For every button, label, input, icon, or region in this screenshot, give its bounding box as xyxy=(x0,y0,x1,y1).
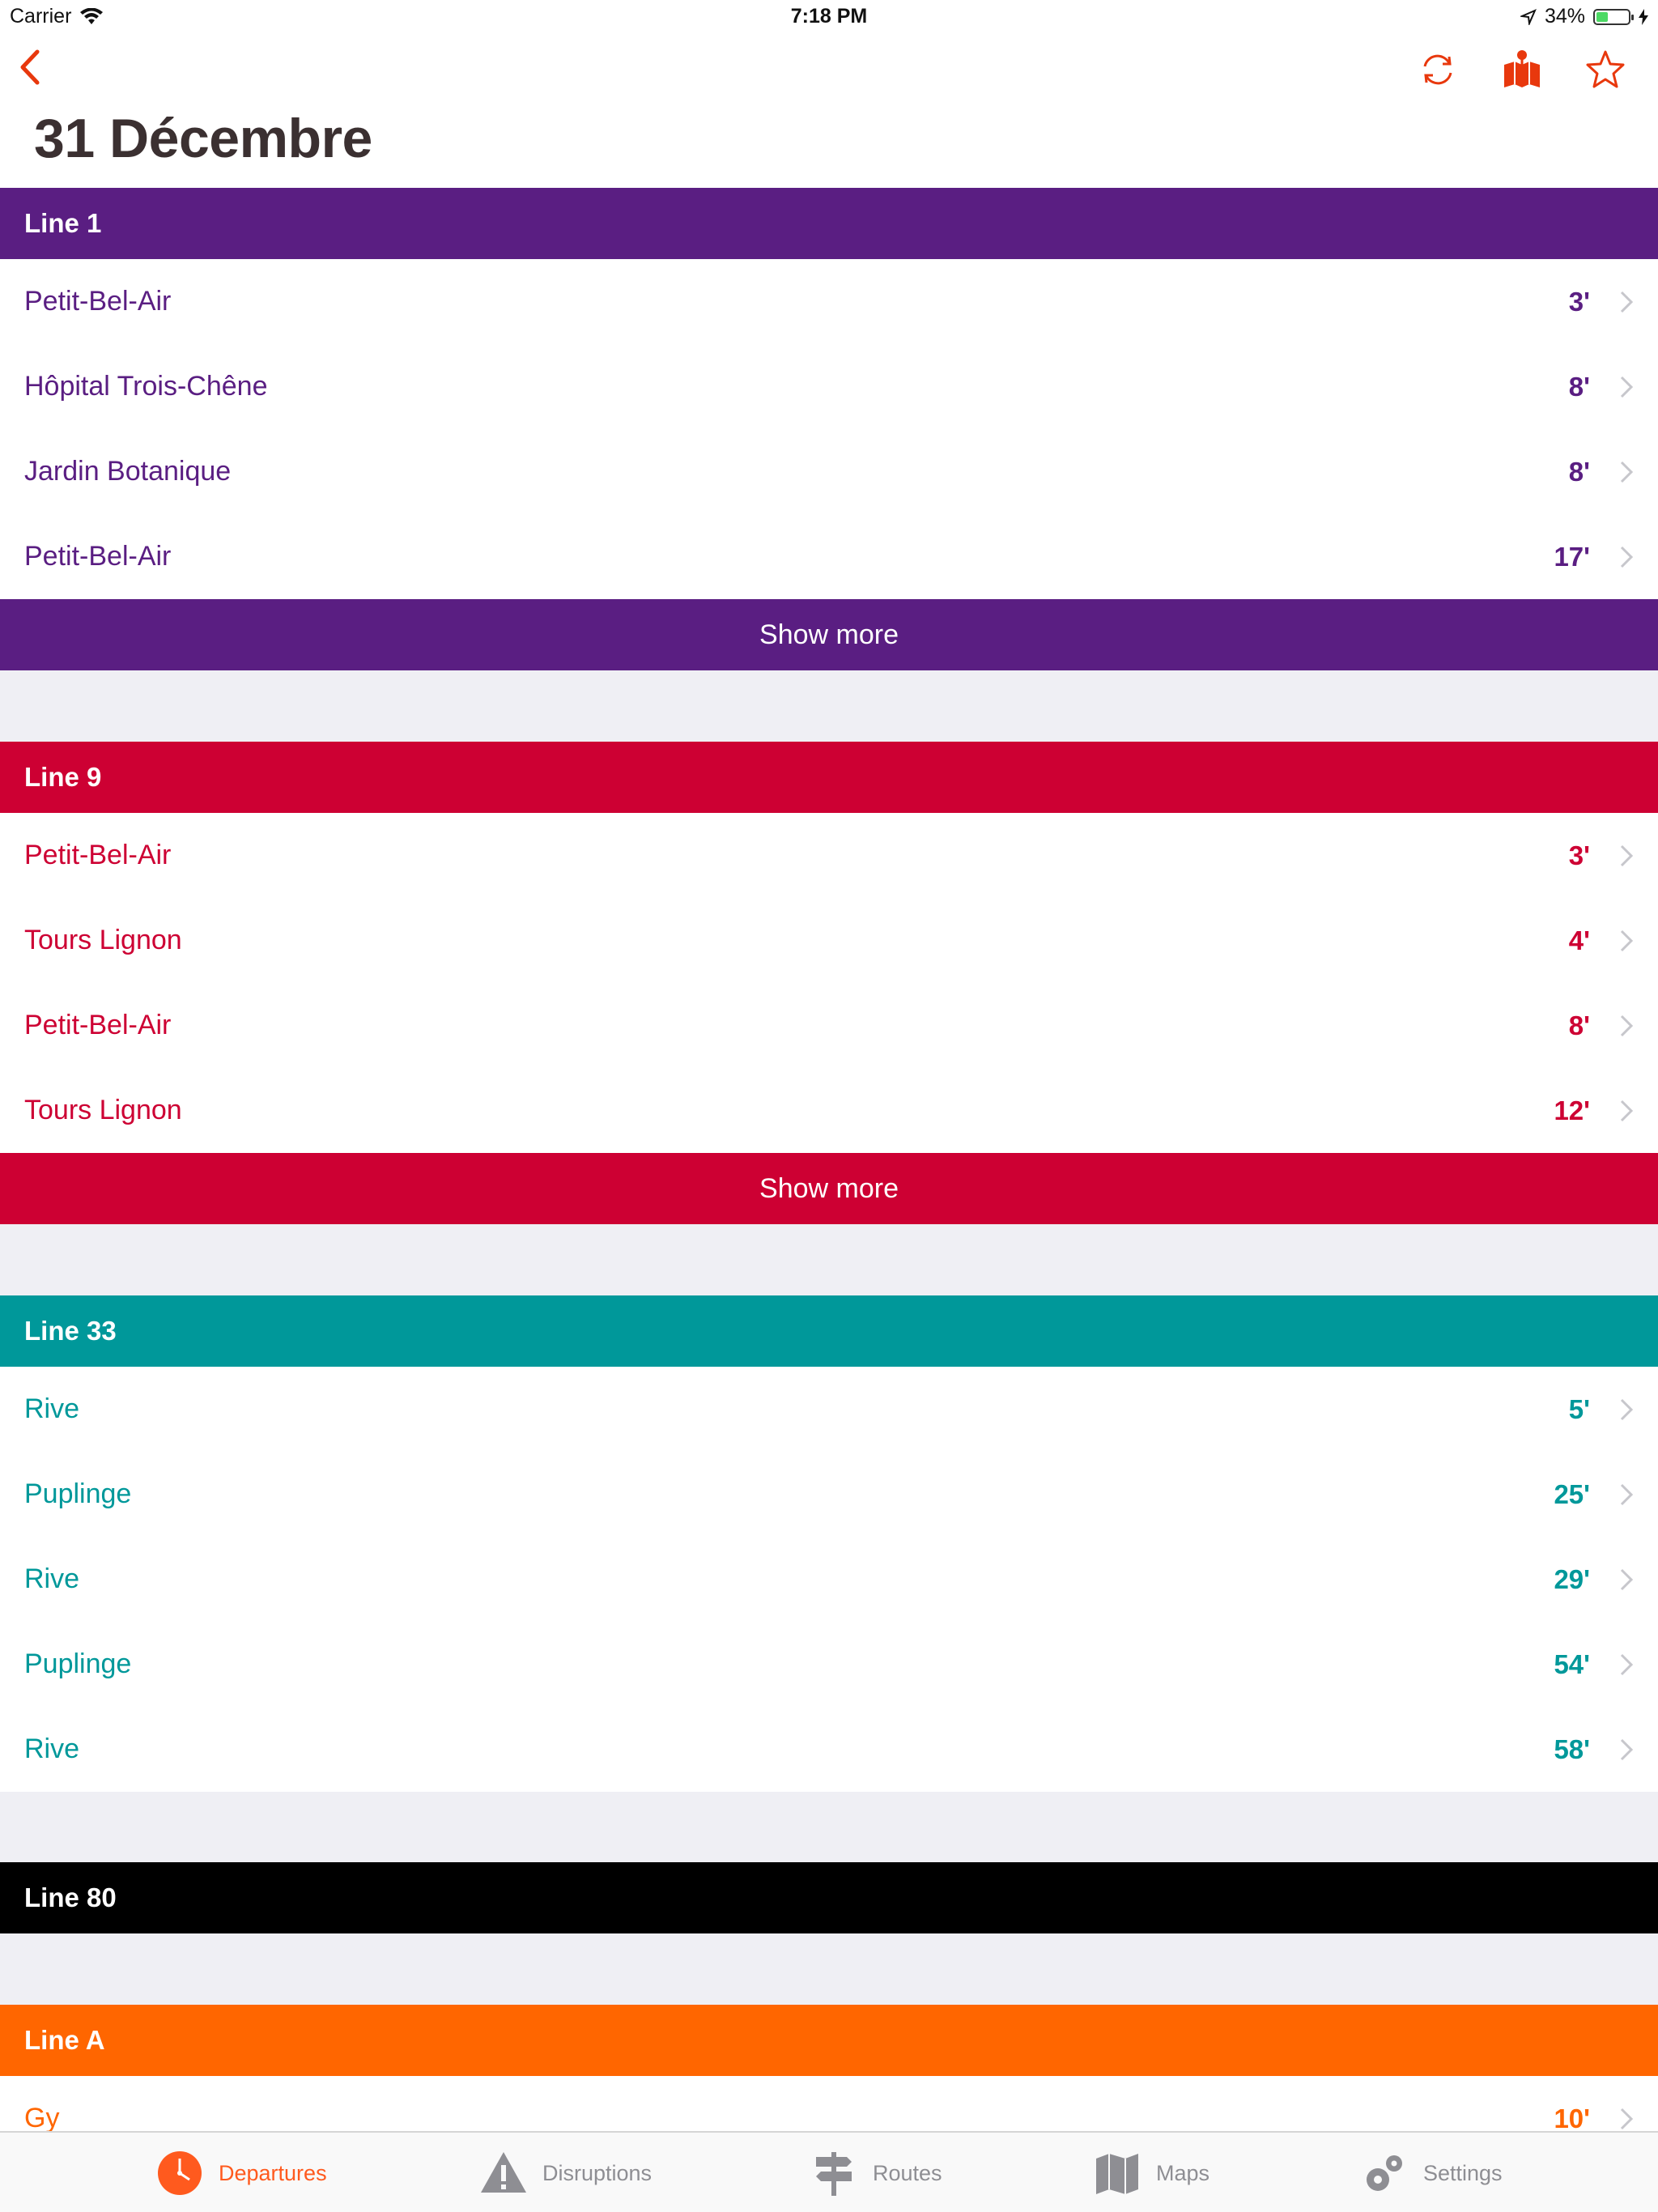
status-right: 34% xyxy=(1520,5,1648,28)
tab-label: Settings xyxy=(1423,2160,1503,2185)
tab-departures[interactable]: Departures xyxy=(155,2144,327,2202)
departure-row[interactable]: Rive 58' xyxy=(0,1707,1658,1792)
gear-icon xyxy=(1367,2155,1402,2191)
destination: Hôpital Trois-Chêne xyxy=(24,371,268,402)
minutes: 25' xyxy=(1554,1478,1590,1509)
destination: Rive xyxy=(24,1393,80,1424)
refresh-icon[interactable] xyxy=(1415,47,1460,92)
line-section-9: Line 9 Petit-Bel-Air 3' Tours Lignon 4' … xyxy=(0,742,1658,1224)
navigation-bar xyxy=(0,32,1658,105)
tab-disruptions[interactable]: Disruptions xyxy=(479,2144,652,2202)
clock-icon xyxy=(158,2151,202,2195)
page-title: 31 Décembre xyxy=(34,108,372,169)
chevron-right-icon xyxy=(1620,376,1634,398)
destination: Puplinge xyxy=(24,1478,132,1509)
line-section-33: Line 33 Rive 5' Puplinge 25' Rive 29' Pu… xyxy=(0,1295,1658,1792)
minutes: 5' xyxy=(1568,1393,1590,1424)
chevron-right-icon xyxy=(1620,1653,1634,1676)
destination: Rive xyxy=(24,1733,80,1764)
chevron-right-icon xyxy=(1620,461,1634,483)
minutes: 58' xyxy=(1554,1733,1590,1764)
back-icon[interactable] xyxy=(15,47,47,87)
departure-row[interactable]: Petit-Bel-Air 17' xyxy=(0,514,1658,599)
line-section-1: Line 1 Petit-Bel-Air 3' Hôpital Trois-Ch… xyxy=(0,188,1658,670)
chevron-right-icon xyxy=(1620,1483,1634,1506)
departure-row[interactable]: Puplinge 54' xyxy=(0,1622,1658,1707)
star-icon[interactable] xyxy=(1583,47,1628,92)
chevron-right-icon xyxy=(1620,1568,1634,1591)
tab-label: Disruptions xyxy=(542,2160,653,2185)
departures-list[interactable]: Line 1 Petit-Bel-Air 3' Hôpital Trois-Ch… xyxy=(0,188,1658,2131)
destination: Puplinge xyxy=(24,1648,132,1679)
chevron-right-icon xyxy=(1620,291,1634,313)
destination: Petit-Bel-Air xyxy=(24,840,172,870)
destination: Jardin Botanique xyxy=(24,456,232,487)
status-time: 7:18 PM xyxy=(790,5,868,28)
departure-row[interactable]: Rive 5' xyxy=(0,1367,1658,1452)
departure-row[interactable]: Puplinge 25' xyxy=(0,1452,1658,1537)
map-pin-icon[interactable] xyxy=(1499,47,1545,92)
tab-label: Departures xyxy=(219,2160,327,2185)
chevron-right-icon xyxy=(1620,844,1634,867)
minutes: 12' xyxy=(1554,1095,1590,1125)
chevron-right-icon xyxy=(1620,2108,1634,2130)
signpost-icon xyxy=(816,2152,852,2196)
destination: Petit-Bel-Air xyxy=(24,1010,172,1040)
minutes: 17' xyxy=(1554,541,1590,572)
chevron-right-icon xyxy=(1620,1015,1634,1037)
departure-row[interactable]: Gy 10' xyxy=(0,2076,1658,2131)
tab-label: Routes xyxy=(873,2160,942,2185)
tab-settings[interactable]: Settings xyxy=(1360,2144,1503,2202)
destination: Tours Lignon xyxy=(24,1095,182,1125)
line-header: Line 9 xyxy=(0,742,1658,813)
minutes: 8' xyxy=(1568,456,1590,487)
departure-row[interactable]: Petit-Bel-Air 8' xyxy=(0,983,1658,1068)
destination: Petit-Bel-Air xyxy=(24,286,172,317)
battery-icon xyxy=(1593,8,1634,25)
chevron-right-icon xyxy=(1620,546,1634,568)
destination: Rive xyxy=(24,1563,80,1594)
minutes: 3' xyxy=(1568,286,1590,317)
minutes: 29' xyxy=(1554,1563,1590,1594)
tab-label: Maps xyxy=(1156,2160,1210,2185)
minutes: 10' xyxy=(1554,2103,1590,2132)
destination: Gy xyxy=(24,2103,60,2131)
departure-row[interactable]: Petit-Bel-Air 3' xyxy=(0,259,1658,344)
departure-row[interactable]: Tours Lignon 12' xyxy=(0,1068,1658,1153)
departure-row[interactable]: Tours Lignon 4' xyxy=(0,898,1658,983)
map-icon xyxy=(1096,2154,1138,2194)
minutes: 8' xyxy=(1568,371,1590,402)
show-more-button[interactable]: Show more xyxy=(0,1153,1658,1224)
departure-row[interactable]: Petit-Bel-Air 3' xyxy=(0,813,1658,898)
minutes: 54' xyxy=(1554,1648,1590,1679)
warning-icon xyxy=(481,2152,526,2193)
chevron-right-icon xyxy=(1620,1398,1634,1421)
minutes: 4' xyxy=(1568,925,1590,955)
destination: Tours Lignon xyxy=(24,925,182,955)
chevron-right-icon xyxy=(1620,1738,1634,1761)
departure-row[interactable]: Rive 29' xyxy=(0,1537,1658,1622)
battery-percent: 34% xyxy=(1544,5,1585,28)
departure-row[interactable]: Jardin Botanique 8' xyxy=(0,429,1658,514)
line-header: Line A xyxy=(0,2005,1658,2076)
location-arrow-icon xyxy=(1520,8,1537,25)
tab-routes[interactable]: Routes xyxy=(810,2144,942,2202)
chevron-right-icon xyxy=(1620,1100,1634,1122)
show-more-button[interactable]: Show more xyxy=(0,599,1658,670)
line-section-a: Line A Gy 10' xyxy=(0,2005,1658,2131)
tab-maps[interactable]: Maps xyxy=(1093,2144,1209,2202)
line-section-80: Line 80 xyxy=(0,1862,1658,1933)
line-header: Line 33 xyxy=(0,1295,1658,1367)
line-header: Line 80 xyxy=(0,1862,1658,1933)
status-bar: Carrier 7:18 PM 34% xyxy=(0,0,1658,32)
tab-bar: Departures Disruptions Routes Maps Setti… xyxy=(0,2131,1658,2212)
minutes: 3' xyxy=(1568,840,1590,870)
line-header: Line 1 xyxy=(0,188,1658,259)
destination: Petit-Bel-Air xyxy=(24,541,172,572)
chevron-right-icon xyxy=(1620,929,1634,952)
charging-bolt-icon xyxy=(1639,8,1648,25)
minutes: 8' xyxy=(1568,1010,1590,1040)
departure-row[interactable]: Hôpital Trois-Chêne 8' xyxy=(0,344,1658,429)
